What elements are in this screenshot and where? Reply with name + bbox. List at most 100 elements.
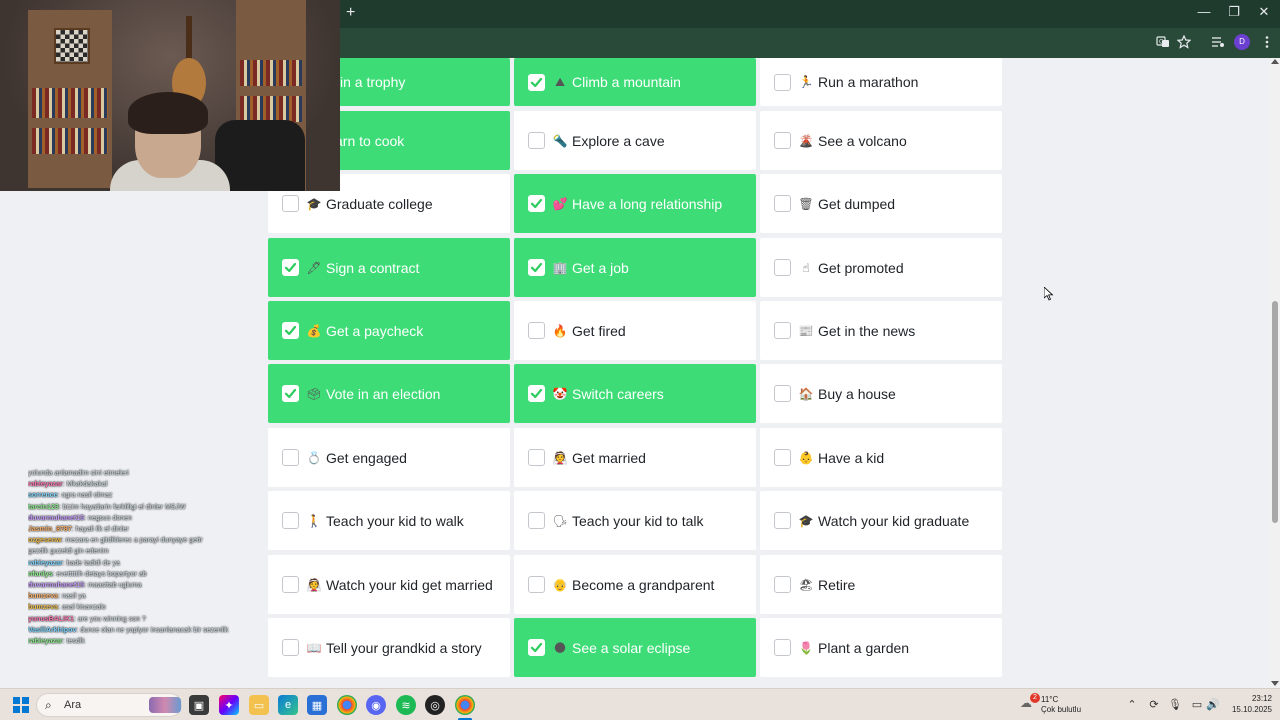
checkbox[interactable] (528, 576, 545, 593)
spotify-icon[interactable]: ≋ (396, 695, 416, 715)
minimize-button[interactable]: — (1188, 4, 1220, 19)
close-window-button[interactable]: ✕ (1248, 4, 1280, 20)
checkbox[interactable] (282, 195, 299, 212)
checkbox[interactable] (528, 449, 545, 466)
maximize-button[interactable]: ❐ (1218, 4, 1250, 20)
checkbox[interactable] (528, 195, 545, 212)
checklist-card[interactable]: 💰 Get a paycheck (268, 301, 510, 360)
browser-menu-icon[interactable] (1259, 35, 1275, 51)
bookmark-star-icon[interactable] (1176, 34, 1192, 51)
checkbox[interactable] (774, 512, 791, 529)
scroll-down-arrow-icon[interactable] (1271, 681, 1279, 686)
checkbox[interactable] (774, 385, 791, 402)
card-emoji-icon: 🖋 (306, 260, 322, 275)
taskbar-search[interactable]: ⌕ Ara (36, 693, 182, 717)
checkbox[interactable] (282, 385, 299, 402)
stream-chat-overlay: yolunda anlamadim sirri etmeleri rabieyaz… (28, 468, 270, 688)
translate-icon[interactable]: G (1155, 35, 1171, 51)
microphone-icon[interactable]: 🎙 (1168, 698, 1182, 711)
checklist-card[interactable]: 🔥 Get fired (514, 301, 756, 360)
network-icon[interactable]: ▭ (1190, 698, 1204, 711)
checklist-card[interactable]: 🏖 Retire (760, 555, 1002, 614)
checkbox[interactable] (774, 576, 791, 593)
checkbox[interactable] (528, 512, 545, 529)
chat-text: : tesdik (62, 638, 85, 646)
checkbox[interactable] (774, 73, 791, 91)
chevron-up-icon[interactable]: ⌃ (1125, 698, 1139, 711)
checklist-card[interactable]: 📖 Tell your grandkid a story (268, 618, 510, 677)
checkbox[interactable] (528, 385, 545, 402)
scrollbar-thumb[interactable] (1272, 301, 1278, 523)
checkbox[interactable] (774, 639, 791, 656)
checklist-card[interactable]: 🌑 See a solar eclipse (514, 618, 756, 677)
checkbox[interactable] (528, 132, 545, 149)
checkbox[interactable] (528, 322, 545, 339)
clock-date: 15.10.2025 (1231, 705, 1272, 714)
chat-username: Jasmin_8787 (28, 526, 72, 534)
system-clock[interactable]: 23:12 15.10.2025 (1220, 693, 1272, 715)
obs-icon[interactable]: ◎ (425, 695, 445, 715)
chat-username: rabieyazar (28, 481, 63, 489)
start-button[interactable] (13, 697, 29, 713)
checklist-card[interactable]: 🖋 Sign a contract (268, 238, 510, 297)
checkbox[interactable] (528, 259, 545, 276)
checklist-card[interactable]: 👰 Get married (514, 428, 756, 487)
checklist-card[interactable]: 👴 Become a grandparent (514, 555, 756, 614)
card-emoji-icon: 🌋 (798, 133, 814, 148)
checkbox[interactable] (282, 259, 299, 276)
checkbox[interactable] (774, 195, 791, 212)
checklist-card[interactable]: 🏠 Buy a house (760, 364, 1002, 423)
chrome-icon[interactable] (337, 695, 357, 715)
checklist-card[interactable]: 👰 Watch your kid get married (268, 555, 510, 614)
checkbox[interactable] (282, 576, 299, 593)
card-label: Switch careers (572, 385, 664, 402)
chat-text: : maasttab ugluma (84, 582, 142, 590)
checkbox[interactable] (774, 259, 791, 276)
copilot-icon[interactable]: ✦ (219, 695, 239, 715)
page-scrollbar[interactable] (1270, 58, 1280, 688)
checkbox[interactable] (282, 512, 299, 529)
checkbox[interactable] (774, 449, 791, 466)
checklist-card[interactable]: ☝ Get promoted (760, 238, 1002, 297)
checklist-card[interactable]: 🗣 Teach your kid to talk (514, 491, 756, 550)
scroll-up-arrow-icon[interactable] (1271, 59, 1279, 64)
sync-icon[interactable]: ⟳ (1147, 698, 1161, 711)
checklist-card[interactable]: 📰 Get in the news (760, 301, 1002, 360)
checkbox[interactable] (774, 322, 791, 339)
checklist-card[interactable]: 🌋 See a volcano (760, 111, 1002, 170)
checklist-card[interactable]: 👶 Have a kid (760, 428, 1002, 487)
checklist-card[interactable]: 🏢 Get a job (514, 238, 756, 297)
checklist-card[interactable]: 🚶 Teach your kid to walk (268, 491, 510, 550)
checklist-card[interactable]: ⛰ Climb a mountain (514, 58, 756, 106)
checklist-card[interactable]: 🔦 Explore a cave (514, 111, 756, 170)
checklist-card[interactable]: 🤡 Switch careers (514, 364, 756, 423)
checkbox[interactable] (528, 73, 545, 91)
volume-icon[interactable]: 🔊 (1206, 698, 1220, 711)
chat-username: bumzeva (28, 593, 58, 601)
media-control-icon[interactable] (1210, 35, 1226, 51)
checklist-card[interactable]: 🗳 Vote in an election (268, 364, 510, 423)
file-explorer-icon[interactable]: ▭ (249, 695, 269, 715)
checklist-card[interactable]: 🗑 Get dumped (760, 174, 1002, 233)
checkbox[interactable] (282, 322, 299, 339)
checkbox[interactable] (774, 132, 791, 149)
weather-widget[interactable]: ☁ 2 11°C Çok bulutlu (1020, 693, 1090, 717)
checkbox[interactable] (282, 449, 299, 466)
search-highlight-banner[interactable] (149, 697, 181, 713)
checkbox[interactable] (528, 639, 545, 656)
checklist-card[interactable]: 💍 Get engaged (268, 428, 510, 487)
webcam-overlay (0, 0, 340, 191)
chat-message: Jasmin_8787: hayali ilk el dinler (28, 524, 270, 535)
chrome-active-icon[interactable] (455, 695, 475, 715)
microsoft-store-icon[interactable]: ▦ (307, 695, 327, 715)
checkbox[interactable] (282, 639, 299, 656)
profile-avatar[interactable]: D (1234, 34, 1250, 50)
new-tab-button[interactable]: + (346, 4, 355, 22)
task-view-icon[interactable]: ▣ (189, 695, 209, 715)
edge-browser-icon[interactable]: e (278, 695, 298, 715)
checklist-card[interactable]: 🌷 Plant a garden (760, 618, 1002, 677)
checklist-card[interactable]: 🏃 Run a marathon (760, 58, 1002, 106)
checklist-card[interactable]: 💕 Have a long relationship (514, 174, 756, 233)
checklist-card[interactable]: 🎓 Watch your kid graduate (760, 491, 1002, 550)
discord-icon[interactable]: ◉ (366, 695, 386, 715)
